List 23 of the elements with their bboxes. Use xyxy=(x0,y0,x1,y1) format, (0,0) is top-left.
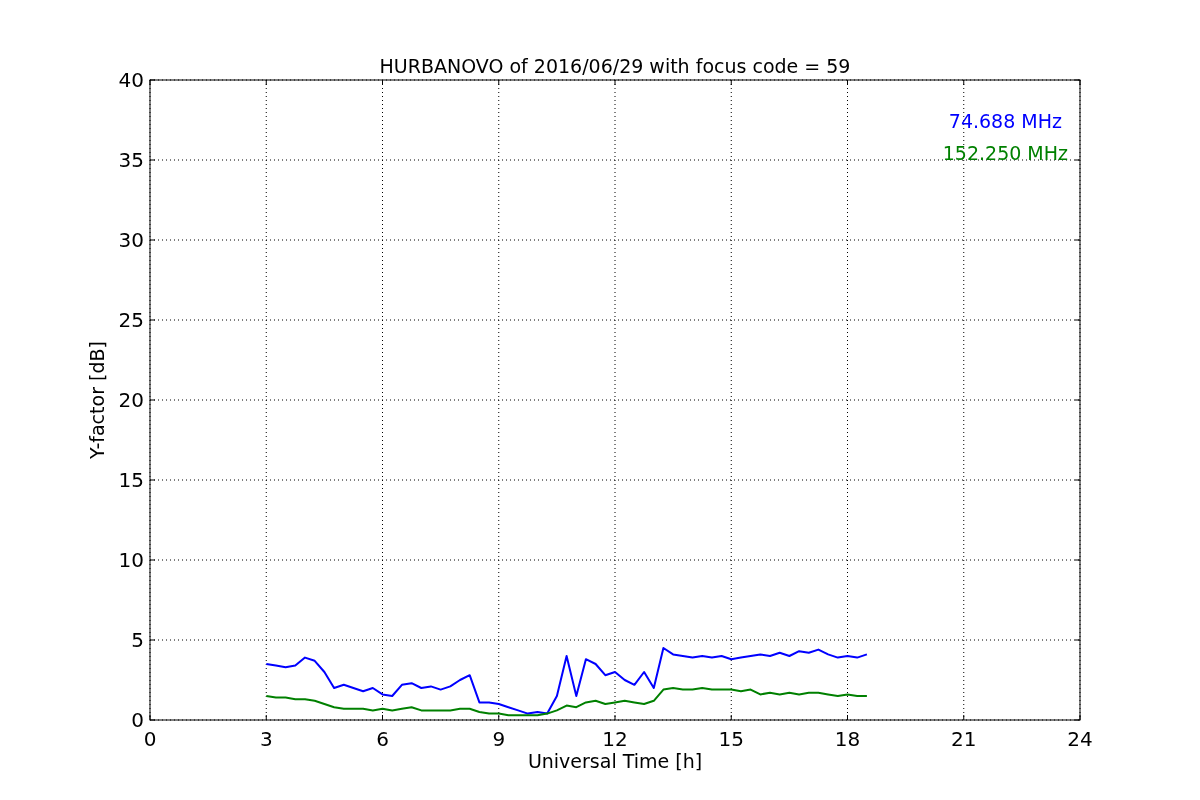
tick-label: 15 xyxy=(118,468,144,492)
x-axis-label: Universal Time [h] xyxy=(527,750,703,772)
tick-label: 10 xyxy=(118,548,144,572)
tick-label: 21 xyxy=(951,727,977,751)
tick-label: 30 xyxy=(118,228,144,252)
tick-label: 0 xyxy=(143,727,157,751)
tick-label: 15 xyxy=(718,727,744,751)
chart-title: HURBANOVO of 2016/06/29 with focus code = 59 xyxy=(379,55,851,77)
tick-label: 9 xyxy=(492,727,506,751)
tick-label: 40 xyxy=(118,68,144,92)
y-axis-label: Y-factor [dB] xyxy=(86,341,108,459)
tick-label: 24 xyxy=(1067,727,1093,751)
tick-label: 35 xyxy=(118,148,144,172)
tick-label: 25 xyxy=(118,308,144,332)
tick-label: 18 xyxy=(834,727,861,751)
tick-label: 3 xyxy=(259,727,273,751)
tick-label: 6 xyxy=(376,727,389,751)
legend-label: 74.688 MHz xyxy=(948,110,1062,132)
legend-label: 152.250 MHz xyxy=(942,142,1068,164)
tick-label: 12 xyxy=(602,727,628,751)
tick-label: 0 xyxy=(131,708,144,732)
tick-label: 5 xyxy=(131,628,144,652)
tick-label: 20 xyxy=(118,388,144,412)
